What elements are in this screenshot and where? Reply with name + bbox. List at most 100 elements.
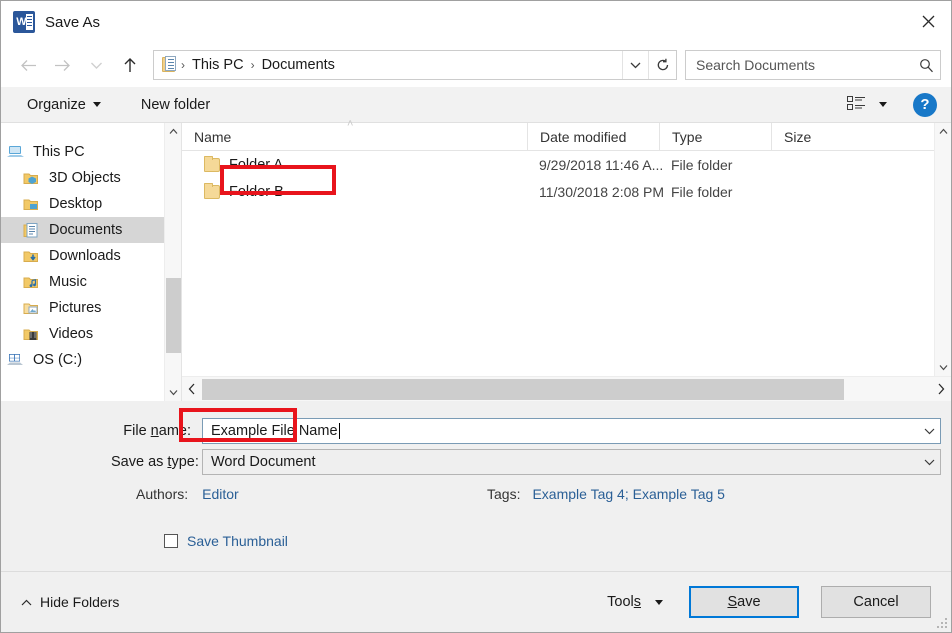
file-list-horizontal-scrollbar[interactable]	[182, 376, 951, 401]
close-button[interactable]	[905, 1, 951, 42]
sort-ascending-icon: ˄	[347, 117, 354, 130]
cancel-label: Cancel	[853, 594, 899, 610]
sidebar-scrollbar-thumb[interactable]	[166, 278, 181, 353]
save-label-post: ave	[737, 594, 761, 610]
breadcrumb-this-pc[interactable]: This PC	[188, 57, 248, 73]
save-thumbnail-row[interactable]: Save Thumbnail	[164, 533, 288, 549]
sidebar-item-documents[interactable]: Documents	[1, 217, 181, 243]
file-rows: Folder A 9/29/2018 11:46 A... File folde…	[182, 151, 951, 205]
breadcrumb-separator-0: ›	[181, 58, 185, 72]
up-button[interactable]	[113, 50, 147, 80]
sidebar-item-label: OS (C:)	[33, 352, 83, 368]
sidebar-item-music[interactable]: Music	[1, 269, 181, 295]
save-as-type-select[interactable]: Word Document	[202, 449, 941, 475]
new-folder-label: New folder	[140, 96, 211, 113]
sidebar-scrollbar[interactable]	[164, 123, 181, 401]
chevron-down-icon	[879, 102, 887, 107]
music-folder-icon	[23, 275, 43, 289]
column-header-type[interactable]: Type	[659, 122, 771, 151]
address-bar[interactable]: › This PC › Documents	[153, 50, 677, 80]
save-label: Save	[727, 594, 760, 610]
hide-folders-button[interactable]: Hide Folders	[21, 594, 119, 610]
horizontal-scrollbar-thumb[interactable]	[202, 378, 844, 400]
authors-row: Authors: Editor	[136, 486, 239, 502]
scroll-up-button[interactable]	[165, 123, 181, 140]
column-label: Type	[672, 128, 703, 145]
help-label: ?	[920, 96, 930, 113]
file-name-label-accel: n	[150, 423, 159, 439]
file-name-cell[interactable]: Folder A	[182, 155, 527, 173]
save-as-type-value: Word Document	[211, 454, 316, 470]
save-as-type-dropdown-button[interactable]	[918, 450, 940, 474]
dialog-footer: Hide Folders Tools Save Cancel	[1, 571, 951, 632]
refresh-button[interactable]	[648, 51, 676, 79]
search-icon[interactable]	[912, 58, 940, 73]
file-name-label-pre: File	[123, 423, 151, 439]
videos-folder-icon	[23, 327, 43, 341]
sidebar-item-label: Videos	[49, 326, 94, 342]
chevron-up-icon	[21, 594, 32, 610]
authors-label: Authors:	[136, 486, 189, 502]
file-name-cell[interactable]: Folder B	[182, 182, 527, 200]
file-list-vertical-scrollbar[interactable]	[934, 123, 951, 376]
word-app-icon: W	[13, 11, 35, 33]
back-button[interactable]	[11, 50, 45, 80]
search-input[interactable]: Search Documents	[686, 57, 912, 73]
tools-button[interactable]: Tools	[607, 594, 663, 610]
table-row[interactable]: Folder B 11/30/2018 2:08 PM File folder	[182, 178, 951, 205]
recent-locations-button[interactable]	[79, 50, 113, 80]
forward-button[interactable]	[45, 50, 79, 80]
organize-label: Organize	[27, 96, 86, 113]
organize-button[interactable]: Organize	[19, 93, 109, 117]
sidebar-item-this-pc[interactable]: This PC	[1, 139, 181, 165]
save-thumbnail-checkbox[interactable]	[164, 534, 178, 548]
chevron-down-icon	[92, 102, 101, 107]
resize-grip-icon[interactable]	[937, 618, 947, 628]
sidebar-item-videos[interactable]: Videos	[1, 321, 181, 347]
authors-value[interactable]: Editor	[202, 486, 239, 502]
dialog-body: This PC 3D Objects Desktop Documents Dow…	[1, 118, 951, 401]
search-box[interactable]: Search Documents	[685, 50, 941, 80]
column-header-name[interactable]: Name ˄	[182, 118, 527, 151]
horizontal-scroll-track[interactable]	[202, 378, 931, 401]
scroll-down-button[interactable]	[165, 384, 181, 401]
type-label-post: ype:	[171, 454, 199, 470]
scroll-down-button[interactable]	[935, 359, 952, 376]
tags-label: Tags:	[487, 486, 521, 502]
save-as-type-label: Save as type:	[111, 454, 199, 470]
hide-folders-label: Hide Folders	[40, 594, 120, 610]
column-header-size[interactable]: Size	[771, 122, 881, 151]
list-view-icon[interactable]	[841, 92, 871, 118]
cancel-button[interactable]: Cancel	[821, 586, 931, 618]
scroll-left-button[interactable]	[182, 378, 202, 401]
save-button[interactable]: Save	[689, 586, 799, 618]
tags-value[interactable]: Example Tag 4; Example Tag 5	[532, 486, 725, 502]
type-label-pre: Save as	[111, 454, 168, 470]
column-header-date-modified[interactable]: Date modified	[527, 122, 659, 151]
new-folder-button[interactable]: New folder	[133, 93, 218, 117]
table-row[interactable]: Folder A 9/29/2018 11:46 A... File folde…	[182, 151, 951, 178]
file-name-label: Folder A	[229, 156, 283, 173]
sidebar-item-desktop[interactable]: Desktop	[1, 191, 181, 217]
scroll-right-button[interactable]	[931, 378, 951, 401]
help-button[interactable]: ?	[913, 92, 937, 117]
address-dropdown-button[interactable]	[622, 51, 648, 79]
save-thumbnail-label[interactable]: Save Thumbnail	[187, 533, 288, 549]
scroll-up-button[interactable]	[935, 123, 952, 140]
sidebar-item-3d-objects[interactable]: 3D Objects	[1, 165, 181, 191]
pictures-folder-icon	[23, 301, 43, 315]
folder-icon	[204, 182, 220, 199]
file-name-label: Folder B	[229, 183, 284, 200]
file-name-dropdown-button[interactable]	[918, 419, 940, 443]
address-bar-row: › This PC › Documents Search Documents	[1, 43, 951, 87]
breadcrumb-documents[interactable]: Documents	[258, 57, 339, 73]
file-name-input[interactable]: Example File Name	[202, 418, 941, 444]
sidebar-item-downloads[interactable]: Downloads	[1, 243, 181, 269]
view-options-dropdown[interactable]	[871, 92, 895, 118]
save-as-type-row: Save as type: Word Document	[111, 449, 941, 475]
sidebar-item-os-c[interactable]: OS (C:)	[1, 347, 181, 373]
file-name-value: Example File Name	[211, 423, 338, 439]
this-pc-icon	[7, 145, 27, 159]
sidebar-item-pictures[interactable]: Pictures	[1, 295, 181, 321]
sidebar-item-label: Downloads	[49, 248, 121, 264]
